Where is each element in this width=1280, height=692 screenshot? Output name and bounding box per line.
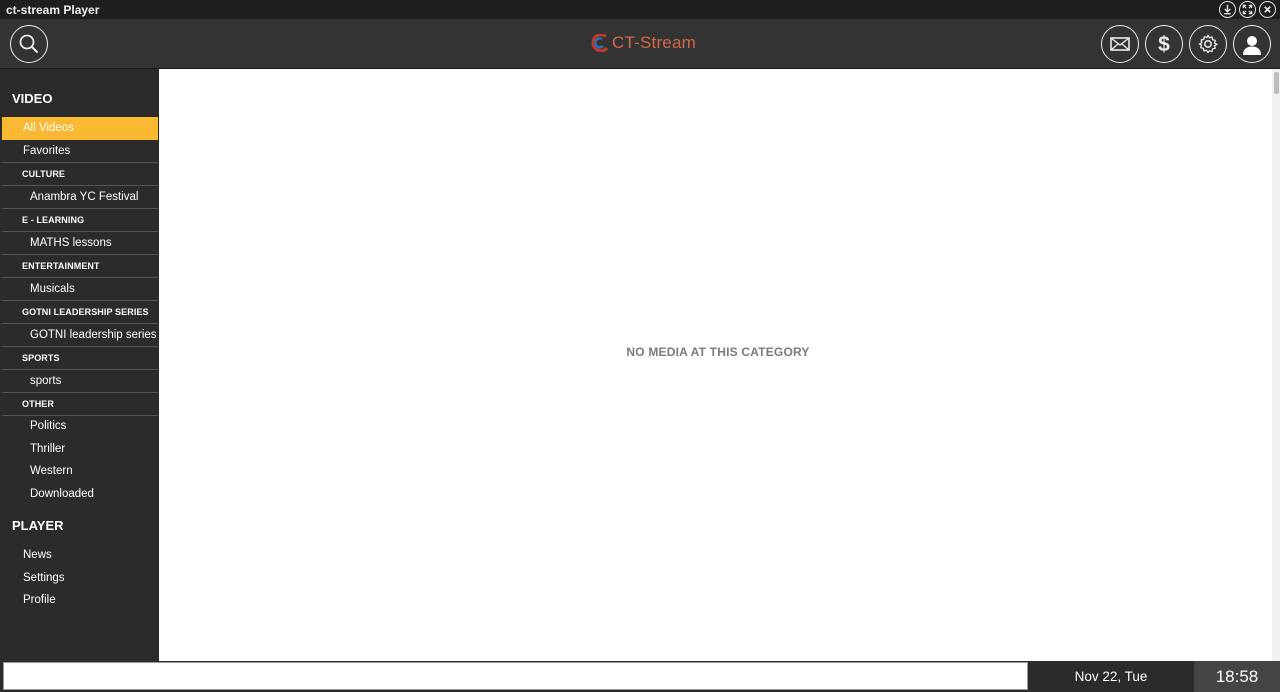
search-icon [19,34,38,53]
sidebar-item-thriller[interactable]: Thriller [2,438,158,461]
category-entertainment: ENTERTAINMENT [2,255,158,278]
category-other: OTHER [2,393,158,416]
ticker-input[interactable] [3,662,1028,690]
sidebar-item-settings[interactable]: Settings [2,567,158,590]
sidebar-item-musicals[interactable]: Musicals [2,278,158,301]
category-e-learning: E - LEARNING [2,209,158,232]
app-header: CT-Stream $ [0,19,1280,69]
scrollbar-thumb[interactable] [1274,72,1279,94]
envelope-icon [1110,37,1130,51]
player-section-title: PLAYER [12,518,64,533]
empty-state-message: NO MEDIA AT THIS CATEGORY [626,345,810,359]
app-logo: CT-Stream [590,33,696,53]
category-gotni-leadership-series: GOTNI LEADERSHIP SERIES [2,301,158,324]
sidebar-item-favorites[interactable]: Favorites [2,140,158,163]
download-icon[interactable] [1219,1,1236,18]
logo-icon [591,34,609,52]
sidebar-item-sports[interactable]: sports [2,370,158,393]
sidebar-item-gotni-leadership-series[interactable]: GOTNI leadership series [2,324,158,347]
settings-button[interactable] [1189,25,1227,63]
status-bar: Nov 22, Tue 18:58 [0,661,1280,692]
logo-text: CT-Stream [612,33,696,52]
dollar-icon: $ [1158,33,1170,56]
close-icon[interactable] [1259,1,1276,18]
messages-button[interactable] [1101,25,1139,63]
main-scrollbar[interactable] [1272,69,1280,661]
sidebar-item-anambra-yc-festival[interactable]: Anambra YC Festival [2,186,158,209]
category-sports: SPORTS [2,347,158,370]
sidebar-item-all-videos[interactable]: All Videos [2,117,158,140]
gear-icon [1198,34,1219,54]
clock-display: 18:58 [1194,661,1280,692]
sidebar-item-profile[interactable]: Profile [2,589,158,612]
sidebar: VIDEO All Videos Favorites CULTURE Anamb… [0,69,159,661]
search-button[interactable] [10,25,48,63]
profile-button[interactable] [1233,25,1271,63]
sidebar-item-politics[interactable]: Politics [2,415,158,438]
window-title: ct-stream Player [6,2,100,17]
window-controls [1219,1,1276,18]
payments-button[interactable]: $ [1145,25,1183,63]
svg-text:$: $ [1158,33,1170,56]
sidebar-item-downloaded[interactable]: Downloaded [2,483,158,506]
category-culture: CULTURE [2,163,158,186]
date-display: Nov 22, Tue [1028,661,1194,692]
main-content: NO MEDIA AT THIS CATEGORY [159,69,1280,661]
sidebar-item-news[interactable]: News [2,544,158,567]
user-avatar-icon [1243,36,1261,55]
maximize-icon[interactable] [1239,1,1256,18]
video-section-title: VIDEO [12,91,53,106]
title-bar: ct-stream Player [0,0,1280,19]
sidebar-item-western[interactable]: Western [2,460,158,483]
sidebar-item-maths-lessons[interactable]: MATHS lessons [2,232,158,255]
